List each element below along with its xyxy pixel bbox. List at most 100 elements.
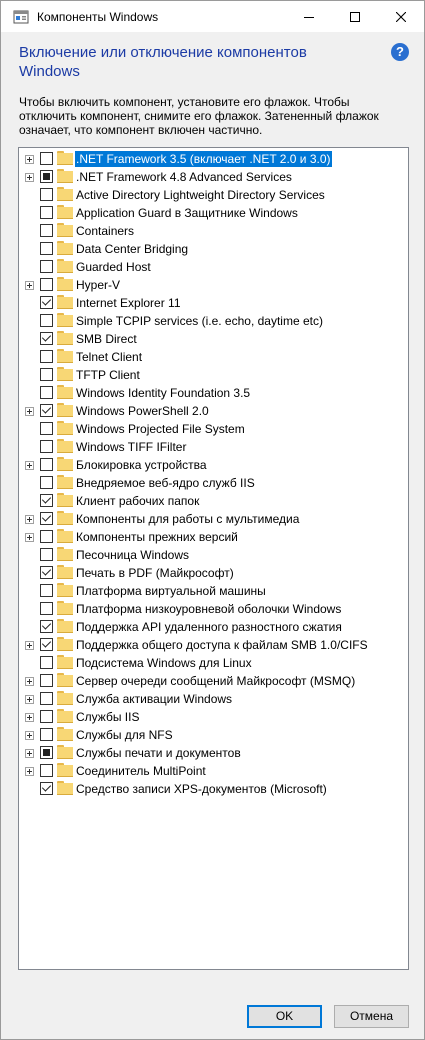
minimize-button[interactable]: [286, 1, 332, 32]
feature-row[interactable]: Containers: [19, 222, 408, 240]
close-button[interactable]: [378, 1, 424, 32]
feature-label[interactable]: Simple TCPIP services (i.e. echo, daytim…: [75, 313, 324, 329]
feature-label[interactable]: TFTP Client: [75, 367, 141, 383]
feature-row[interactable]: .NET Framework 3.5 (включает .NET 2.0 и …: [19, 150, 408, 168]
feature-row[interactable]: Платформа виртуальной машины: [19, 582, 408, 600]
feature-row[interactable]: Simple TCPIP services (i.e. echo, daytim…: [19, 312, 408, 330]
feature-label[interactable]: Песочница Windows: [75, 547, 190, 563]
feature-label[interactable]: Hyper-V: [75, 277, 121, 293]
feature-checkbox[interactable]: [40, 458, 53, 471]
feature-checkbox[interactable]: [40, 332, 53, 345]
feature-checkbox[interactable]: [40, 692, 53, 705]
feature-row[interactable]: Служба активации Windows: [19, 690, 408, 708]
feature-label[interactable]: Средство записи XPS-документов (Microsof…: [75, 781, 328, 797]
feature-checkbox[interactable]: [40, 368, 53, 381]
feature-checkbox[interactable]: [40, 512, 53, 525]
expand-icon[interactable]: [25, 461, 34, 470]
expand-icon[interactable]: [25, 641, 34, 650]
expand-icon[interactable]: [25, 767, 34, 776]
feature-row[interactable]: Песочница Windows: [19, 546, 408, 564]
feature-row[interactable]: TFTP Client: [19, 366, 408, 384]
feature-label[interactable]: Windows PowerShell 2.0: [75, 403, 210, 419]
maximize-button[interactable]: [332, 1, 378, 32]
feature-label[interactable]: Служба активации Windows: [75, 691, 233, 707]
feature-row[interactable]: Службы для NFS: [19, 726, 408, 744]
feature-checkbox[interactable]: [40, 584, 53, 597]
feature-label[interactable]: Поддержка API удаленного разностного сжа…: [75, 619, 343, 635]
feature-row[interactable]: Сервер очереди сообщений Майкрософт (MSM…: [19, 672, 408, 690]
feature-checkbox[interactable]: [40, 782, 53, 795]
feature-row[interactable]: Подсистема Windows для Linux: [19, 654, 408, 672]
feature-label[interactable]: Поддержка общего доступа к файлам SMB 1.…: [75, 637, 369, 653]
cancel-button[interactable]: Отмена: [334, 1005, 409, 1028]
feature-checkbox[interactable]: [40, 242, 53, 255]
feature-row[interactable]: Компоненты для работы с мультимедиа: [19, 510, 408, 528]
feature-row[interactable]: Соединитель MultiPoint: [19, 762, 408, 780]
expand-icon[interactable]: [25, 515, 34, 524]
feature-checkbox[interactable]: [40, 746, 53, 759]
feature-label[interactable]: Соединитель MultiPoint: [75, 763, 207, 779]
feature-checkbox[interactable]: [40, 530, 53, 543]
ok-button[interactable]: OK: [247, 1005, 322, 1028]
feature-row[interactable]: Внедряемое веб-ядро служб IIS: [19, 474, 408, 492]
feature-row[interactable]: Компоненты прежних версий: [19, 528, 408, 546]
feature-checkbox[interactable]: [40, 386, 53, 399]
feature-checkbox[interactable]: [40, 602, 53, 615]
feature-label[interactable]: Application Guard в Защитнике Windows: [75, 205, 299, 221]
feature-label[interactable]: Компоненты прежних версий: [75, 529, 239, 545]
feature-row[interactable]: Windows TIFF IFilter: [19, 438, 408, 456]
feature-checkbox[interactable]: [40, 620, 53, 633]
feature-checkbox[interactable]: [40, 260, 53, 273]
feature-label[interactable]: Службы печати и документов: [75, 745, 242, 761]
feature-checkbox[interactable]: [40, 566, 53, 579]
feature-label[interactable]: Клиент рабочих папок: [75, 493, 200, 509]
expand-icon[interactable]: [25, 677, 34, 686]
features-tree[interactable]: .NET Framework 3.5 (включает .NET 2.0 и …: [18, 147, 409, 970]
feature-row[interactable]: Windows PowerShell 2.0: [19, 402, 408, 420]
feature-label[interactable]: Windows Projected File System: [75, 421, 246, 437]
feature-checkbox[interactable]: [40, 476, 53, 489]
feature-label[interactable]: Внедряемое веб-ядро служб IIS: [75, 475, 256, 491]
expand-icon[interactable]: [25, 407, 34, 416]
feature-row[interactable]: Internet Explorer 11: [19, 294, 408, 312]
feature-row[interactable]: Hyper-V: [19, 276, 408, 294]
expand-icon[interactable]: [25, 695, 34, 704]
feature-label[interactable]: SMB Direct: [75, 331, 138, 347]
feature-row[interactable]: Блокировка устройства: [19, 456, 408, 474]
feature-row[interactable]: Клиент рабочих папок: [19, 492, 408, 510]
feature-checkbox[interactable]: [40, 494, 53, 507]
feature-row[interactable]: Службы IIS: [19, 708, 408, 726]
feature-checkbox[interactable]: [40, 278, 53, 291]
feature-row[interactable]: Средство записи XPS-документов (Microsof…: [19, 780, 408, 798]
feature-checkbox[interactable]: [40, 404, 53, 417]
feature-label[interactable]: Платформа низкоуровневой оболочки Window…: [75, 601, 342, 617]
feature-label[interactable]: Компоненты для работы с мультимедиа: [75, 511, 300, 527]
feature-label[interactable]: Data Center Bridging: [75, 241, 189, 257]
feature-label[interactable]: Telnet Client: [75, 349, 143, 365]
feature-checkbox[interactable]: [40, 296, 53, 309]
expand-icon[interactable]: [25, 749, 34, 758]
feature-checkbox[interactable]: [40, 656, 53, 669]
feature-checkbox[interactable]: [40, 548, 53, 561]
feature-label[interactable]: Windows TIFF IFilter: [75, 439, 187, 455]
feature-label[interactable]: Платформа виртуальной машины: [75, 583, 267, 599]
feature-row[interactable]: Application Guard в Защитнике Windows: [19, 204, 408, 222]
feature-checkbox[interactable]: [40, 764, 53, 777]
feature-row[interactable]: .NET Framework 4.8 Advanced Services: [19, 168, 408, 186]
feature-row[interactable]: Data Center Bridging: [19, 240, 408, 258]
feature-checkbox[interactable]: [40, 674, 53, 687]
feature-row[interactable]: Telnet Client: [19, 348, 408, 366]
feature-checkbox[interactable]: [40, 440, 53, 453]
feature-label[interactable]: Службы IIS: [75, 709, 140, 725]
feature-checkbox[interactable]: [40, 710, 53, 723]
feature-checkbox[interactable]: [40, 422, 53, 435]
expand-icon[interactable]: [25, 731, 34, 740]
feature-row[interactable]: Guarded Host: [19, 258, 408, 276]
feature-row[interactable]: Windows Projected File System: [19, 420, 408, 438]
feature-checkbox[interactable]: [40, 728, 53, 741]
feature-row[interactable]: Поддержка общего доступа к файлам SMB 1.…: [19, 636, 408, 654]
expand-icon[interactable]: [25, 281, 34, 290]
expand-icon[interactable]: [25, 155, 34, 164]
title-bar[interactable]: Компоненты Windows: [1, 1, 424, 32]
help-icon[interactable]: ?: [391, 43, 409, 61]
